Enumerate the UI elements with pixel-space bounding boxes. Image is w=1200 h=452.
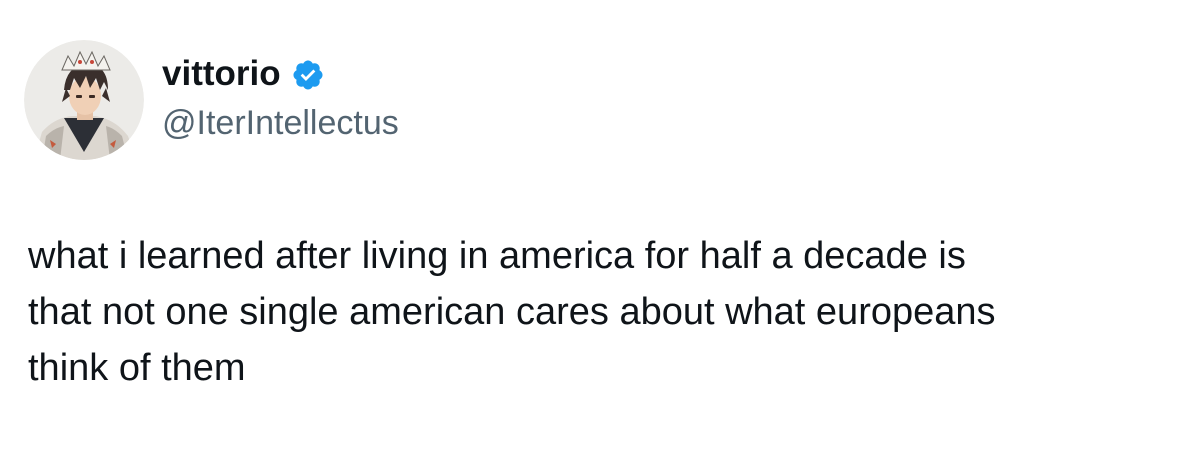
- tweet-text-line: what i learned after living in america f…: [28, 235, 966, 277]
- tweet-card: vittorio @IterIntellectus what i learned…: [0, 0, 1200, 452]
- tweet-text-line: that not one single american cares about…: [28, 291, 996, 333]
- author-avatar[interactable]: [24, 40, 144, 160]
- avatar-image: [24, 40, 144, 160]
- author-display-name[interactable]: vittorio: [162, 52, 281, 96]
- tweet-text: what i learned after living in america f…: [28, 228, 1178, 396]
- verified-badge-icon: [293, 60, 323, 90]
- tweet-text-line: think of them: [28, 347, 246, 389]
- author-handle[interactable]: @IterIntellectus: [162, 101, 399, 145]
- author-name-row: vittorio: [162, 52, 325, 96]
